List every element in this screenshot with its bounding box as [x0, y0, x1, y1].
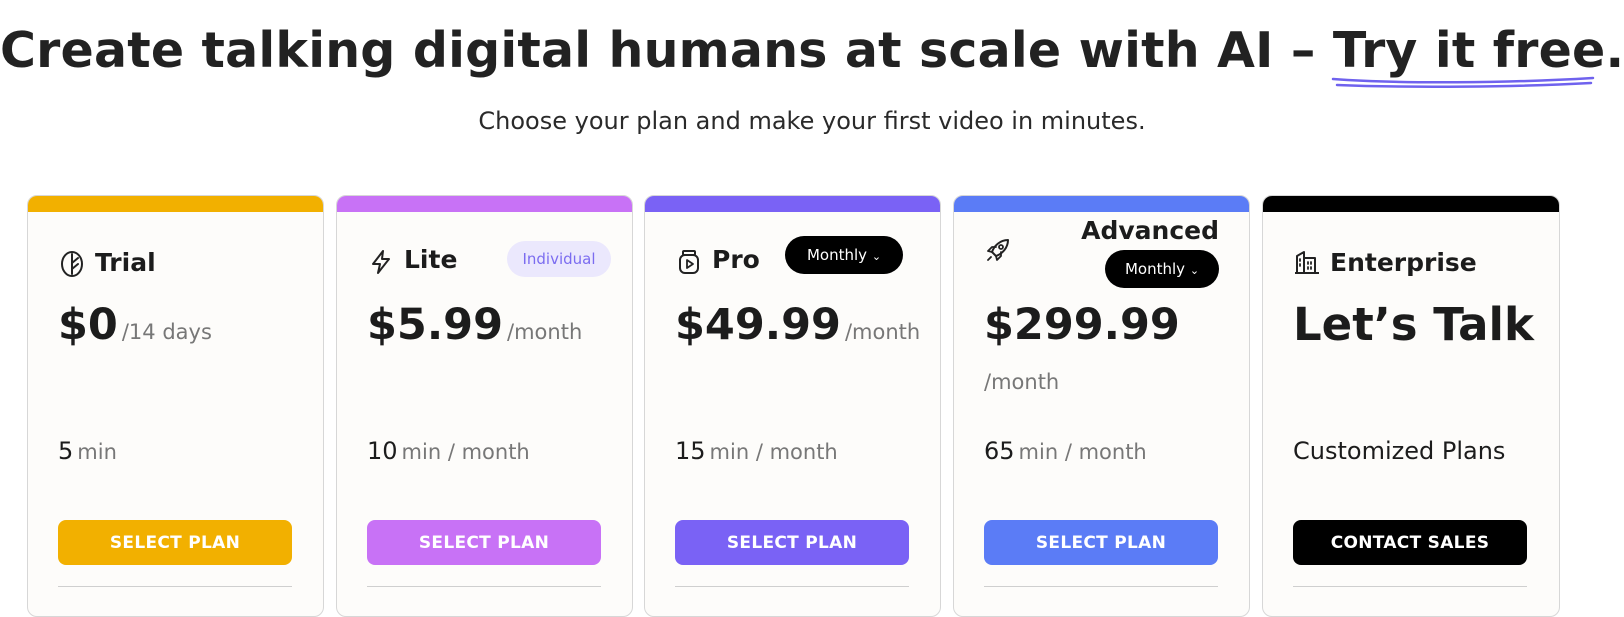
price-amount: $49.99: [675, 300, 841, 350]
plan-accent-bar: [1263, 196, 1559, 212]
plan-name: Lite: [404, 245, 458, 274]
plan-minutes: 15 min / month: [675, 437, 838, 465]
page-headline: Create talking digital humans at scale w…: [0, 22, 1624, 88]
minutes-unit: min / month: [1018, 440, 1147, 464]
plan-price: $49.99/month: [675, 300, 920, 350]
price-amount: $0: [58, 300, 118, 350]
chevron-down-icon: ⌄: [1189, 264, 1200, 277]
minutes-unit: min / month: [401, 440, 530, 464]
billing-period-value: Monthly: [1124, 260, 1186, 278]
plan-name: Enterprise: [1330, 248, 1477, 277]
price-period: /month: [507, 320, 583, 344]
plan-accent-bar: [28, 196, 323, 212]
rocket-icon: [987, 239, 1009, 261]
price-amount: $5.99: [367, 300, 504, 350]
plan-price: $299.99: [984, 300, 1180, 350]
plan-price: $0/14 days: [58, 300, 212, 350]
chevron-down-icon: ⌄: [871, 250, 882, 263]
minutes-count: 10: [367, 437, 398, 465]
minutes-count: 15: [675, 437, 706, 465]
billing-period-dropdown[interactable]: Monthly ⌄: [785, 236, 903, 274]
minutes-unit: min / month: [709, 440, 838, 464]
buildings-icon: [1295, 251, 1319, 274]
billing-period-dropdown[interactable]: Monthly ⌄: [1105, 250, 1219, 288]
price-amount: $299.99: [984, 300, 1180, 350]
minutes-count: 65: [984, 437, 1015, 465]
lightning-icon: [372, 250, 390, 274]
plan-name: Pro: [712, 245, 760, 274]
page-subtitle: Choose your plan and make your first vid…: [478, 107, 1146, 135]
minutes-unit: min: [77, 440, 117, 464]
plan-accent-bar: [954, 196, 1249, 212]
divider: [1293, 586, 1527, 587]
price-period: /month: [984, 370, 1060, 394]
divider: [367, 586, 601, 587]
price-period: /14 days: [121, 320, 212, 344]
contact-sales-button[interactable]: CONTACT SALES: [1293, 520, 1527, 565]
plan-price: $5.99/month: [367, 300, 582, 350]
price-period: /month: [844, 320, 921, 344]
plan-card-enterprise: Enterprise Let’s Talk Customized Plans C…: [1262, 195, 1560, 617]
select-plan-button[interactable]: SELECT PLAN: [984, 520, 1218, 565]
plan-name: Trial: [95, 248, 156, 277]
divider: [58, 586, 292, 587]
plan-minutes: 5 min: [58, 437, 117, 465]
select-plan-button[interactable]: SELECT PLAN: [58, 520, 292, 565]
leaf-icon: [61, 251, 83, 277]
try-free-link[interactable]: Try it free.: [1331, 22, 1624, 88]
headline-text: Create talking digital humans at scale w…: [0, 22, 1333, 79]
divider: [675, 586, 909, 587]
plan-card-lite: Lite Individual $5.99/month 10 min / mont…: [336, 195, 633, 617]
billing-period-value: Monthly: [806, 246, 868, 264]
price-amount: Let’s Talk: [1293, 298, 1534, 351]
plan-minutes: 10 min / month: [367, 437, 530, 465]
select-plan-button[interactable]: SELECT PLAN: [675, 520, 909, 565]
video-jar-icon: [679, 250, 699, 274]
plan-accent-bar: [337, 196, 632, 212]
individual-badge: Individual: [507, 241, 611, 277]
plan-card-trial: Trial $0/14 days 5 min SELECT PLAN: [27, 195, 324, 617]
plan-accent-bar: [645, 196, 940, 212]
plan-card-pro: Pro Monthly ⌄ $49.99/month 15 min / month…: [644, 195, 941, 617]
minutes-count: 5: [58, 437, 74, 465]
divider: [984, 586, 1218, 587]
scribble-underline-icon: [1331, 76, 1595, 88]
plan-minutes: 65 min / month: [984, 437, 1147, 465]
plan-card-advanced: Advanced Monthly ⌄ $299.99 /month 65 min …: [953, 195, 1250, 617]
plan-name: Advanced: [1081, 216, 1219, 245]
plan-minutes: Customized Plans: [1293, 437, 1506, 465]
select-plan-button[interactable]: SELECT PLAN: [367, 520, 601, 565]
